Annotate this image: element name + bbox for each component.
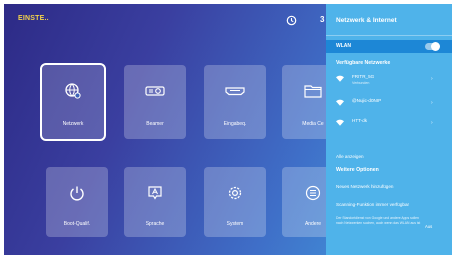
tile-sprache[interactable]: Sprache <box>124 167 186 237</box>
tile-beamer[interactable]: Beamer <box>124 65 186 139</box>
wifi-icon <box>336 119 344 126</box>
show-all-link[interactable]: Alle anzeigen <box>336 154 364 159</box>
tile-label: System <box>226 221 244 227</box>
power-icon <box>46 183 108 203</box>
chevron-right-icon: › <box>431 120 433 126</box>
panel-divider <box>326 35 452 36</box>
toggle-knob <box>431 42 440 51</box>
language-icon <box>124 183 186 203</box>
tile-label: Netzwerk <box>62 121 84 127</box>
wifi-icon <box>336 75 344 82</box>
network-item[interactable]: @Nujic-d0NIP › <box>326 96 452 112</box>
chevron-right-icon: › <box>431 76 433 82</box>
wifi-icon <box>336 99 344 106</box>
network-settings-panel: Netzwerk & Internet WLAN Verfügbare Netz… <box>326 4 452 255</box>
app-title: EINSTE.. <box>18 15 49 22</box>
network-item[interactable]: FRITR_5G Verbunden › <box>326 72 452 88</box>
wlan-label: WLAN <box>336 43 351 49</box>
tile-label: Beamer <box>146 121 164 127</box>
available-networks-heading: Verfügbare Netzwerke <box>336 60 391 66</box>
add-network-link[interactable]: Neues Netzwerk hinzufügen <box>336 184 393 189</box>
scan-description: Der Standortdienst von Google und andere… <box>336 216 421 225</box>
scan-toggle[interactable]: Aus <box>425 224 432 229</box>
top-indicator: 3 <box>320 15 325 24</box>
wlan-row[interactable]: WLAN <box>326 40 452 53</box>
tile-label: Eingabeq. <box>223 121 247 127</box>
more-options-heading: Weitere Optionen <box>336 167 379 173</box>
network-item[interactable]: HTT-dk › <box>326 116 452 132</box>
tile-label: Boot-Qualif. <box>63 221 91 227</box>
tile-label: Sprache <box>145 221 165 227</box>
panel-title: Netzwerk & Internet <box>336 17 397 24</box>
globe-gear-icon <box>42 81 104 101</box>
chevron-right-icon: › <box>431 100 433 106</box>
wlan-toggle[interactable] <box>425 42 440 51</box>
tile-netzwerk[interactable]: Netzwerk <box>40 63 106 141</box>
tile-system[interactable]: System <box>204 167 266 237</box>
network-name: FRITR_5G <box>352 74 375 79</box>
hdmi-icon <box>204 81 266 101</box>
tile-boot-qualifikation[interactable]: Boot-Qualif. <box>46 167 108 237</box>
clock-icon <box>286 15 297 26</box>
network-name: HTT-dk <box>352 118 368 123</box>
tv-settings-screen: EINSTE.. 3 Netzwerk Beamer Eingabeq. Med… <box>4 4 452 255</box>
network-name: @Nujic-d0NIP <box>352 98 382 103</box>
scan-setting-label[interactable]: Scanning-Funktion immer verfügbar <box>336 202 421 208</box>
network-status: Verbunden <box>352 81 370 85</box>
gear-icon <box>204 183 266 203</box>
projector-icon <box>124 81 186 101</box>
tile-eingabequelle[interactable]: Eingabeq. <box>204 65 266 139</box>
